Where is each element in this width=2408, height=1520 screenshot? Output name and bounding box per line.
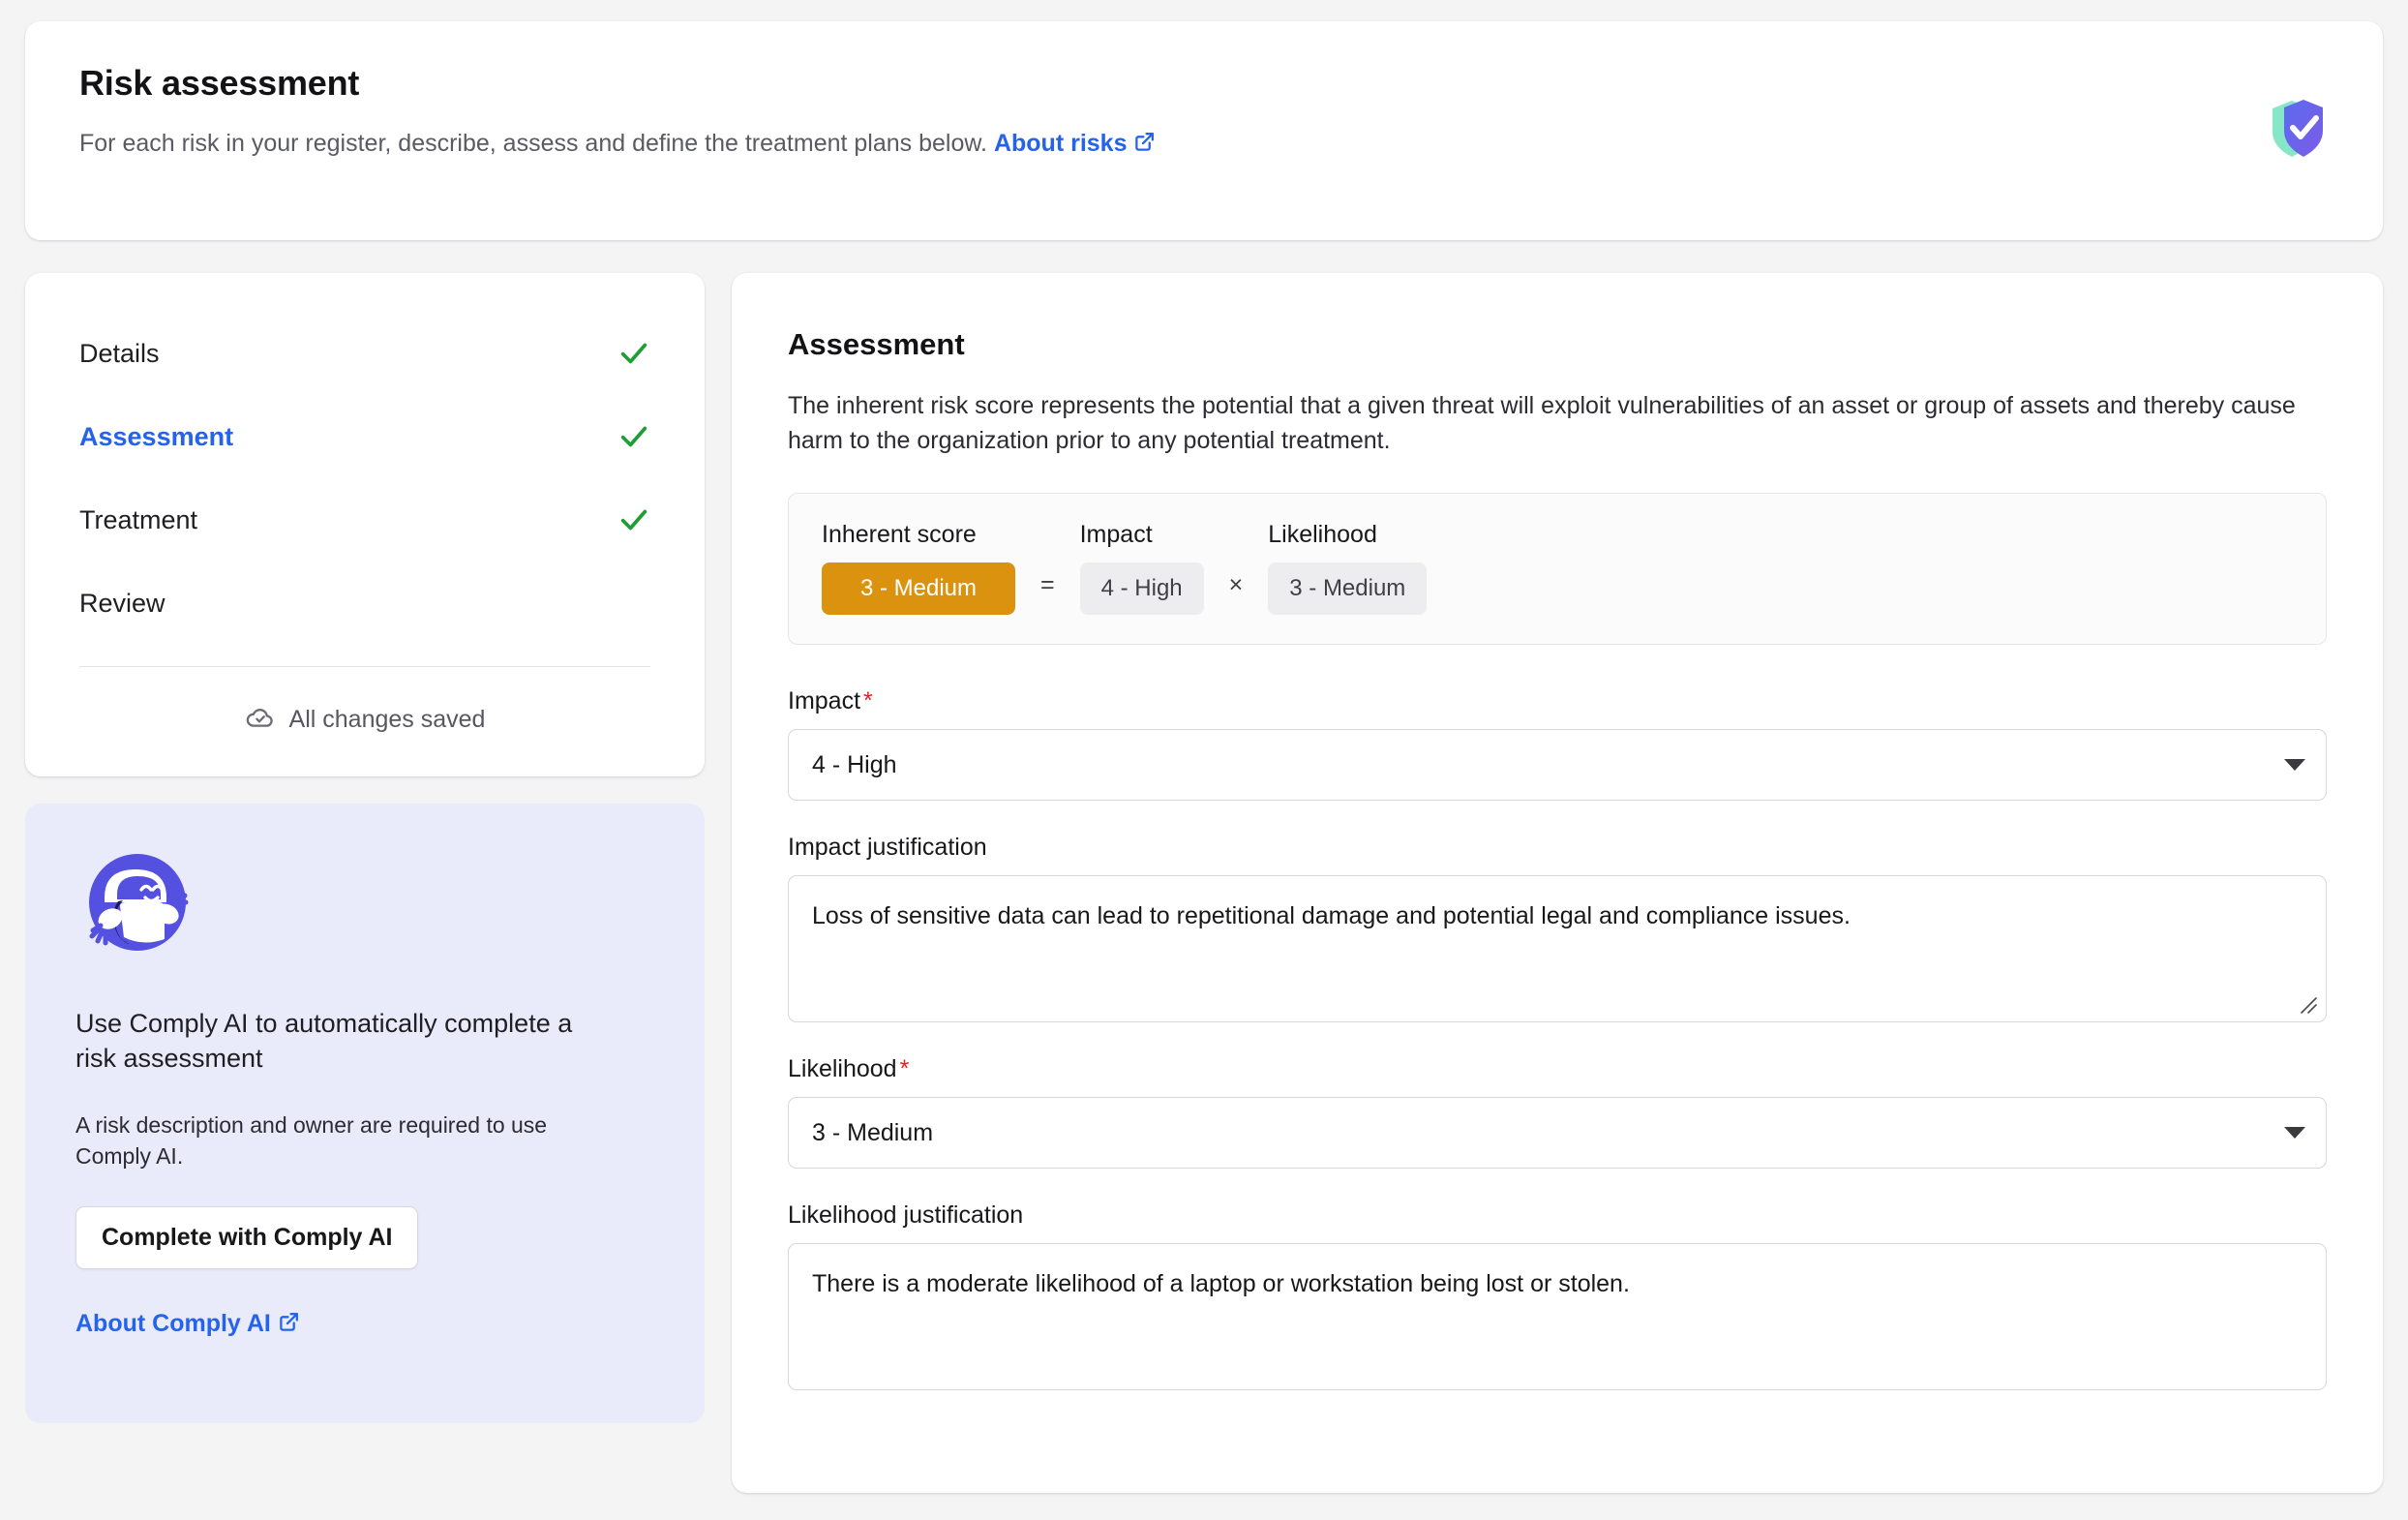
shield-check-icon [2267,97,2329,167]
comply-ai-robot-icon [75,846,654,969]
step-label: Assessment [79,421,234,451]
impact-field: Impact * 4 - High [788,687,2327,801]
likelihood-select-value: 3 - Medium [812,1118,934,1146]
likelihood-score-chip: 3 - Medium [1268,562,1428,615]
sidebar-item-assessment[interactable]: Assessment [79,395,650,478]
likelihood-field: Likelihood * 3 - Medium [788,1055,2327,1169]
impact-justification-textarea[interactable]: Loss of sensitive data can lead to repet… [788,875,2327,1022]
main-panel: Assessment The inherent risk score repre… [732,273,2383,1493]
likelihood-score-group: Likelihood 3 - Medium [1268,521,1428,615]
page-description: For each risk in your register, describe… [79,128,2329,164]
impact-label-text: Impact [788,687,861,714]
multiply-symbol: × [1228,571,1244,598]
cloud-check-icon [245,702,276,738]
step-label: Review [79,588,166,618]
required-marker: * [863,687,873,714]
likelihood-label-text: Likelihood [788,1055,897,1082]
likelihood-justification-textarea[interactable]: There is a moderate likelihood of a lapt… [788,1243,2327,1390]
likelihood-select[interactable]: 3 - Medium [788,1097,2327,1169]
external-link-icon [1132,130,1157,164]
likelihood-justification-label: Likelihood justification [788,1201,1024,1229]
page-description-text: For each risk in your register, describe… [79,129,987,157]
left-sidebar: Details Assessment Treatment Review All … [25,273,705,1423]
likelihood-field-label: Likelihood * [788,1055,2327,1083]
check-icon [617,420,650,453]
save-status: All changes saved [79,667,650,738]
inherent-score-badge: 3 - Medium [822,562,1015,615]
step-label: Details [79,338,160,368]
comply-ai-note: A risk description and owner are require… [75,1111,548,1170]
check-placeholder [617,587,650,620]
assessment-card: Assessment The inherent risk score repre… [732,273,2383,1493]
about-risks-link-label: About risks [993,129,1128,157]
required-marker: * [899,1055,910,1082]
wizard-steps-card: Details Assessment Treatment Review All … [25,273,705,776]
impact-select[interactable]: 4 - High [788,729,2327,801]
content-area: Details Assessment Treatment Review All … [25,273,2383,1493]
page-header-card: Risk assessment For each risk in your re… [25,21,2383,240]
equals-symbol: = [1040,571,1055,598]
comply-ai-panel: Use Comply AI to automatically complete … [25,804,705,1423]
risk-assessment-page: Risk assessment For each risk in your re… [0,0,2408,1520]
sidebar-item-review[interactable]: Review [79,562,650,645]
save-status-label: All changes saved [288,706,486,733]
impact-justification-field: Impact justification Loss of sensitive d… [788,834,2327,1022]
comply-ai-headline: Use Comply AI to automatically complete … [75,1009,573,1074]
step-label: Treatment [79,504,198,534]
complete-with-comply-ai-button[interactable]: Complete with Comply AI [75,1206,419,1270]
check-icon [617,337,650,370]
inherent-score-summary: Inherent score 3 - Medium = Impact 4 - H… [788,493,2327,645]
impact-score-chip: 4 - High [1079,562,1204,615]
assessment-description: The inherent risk score represents the p… [788,392,2296,454]
check-icon [617,503,650,536]
likelihood-score-label: Likelihood [1268,521,1377,548]
impact-score-label: Impact [1079,521,1153,548]
inherent-score-group: Inherent score 3 - Medium [822,521,1015,615]
about-risks-link[interactable]: About risks [994,130,1158,157]
sidebar-item-treatment[interactable]: Treatment [79,478,650,562]
about-comply-ai-link-label: About Comply AI [75,1310,271,1338]
impact-score-group: Impact 4 - High [1079,521,1204,615]
about-comply-ai-link[interactable]: About Comply AI [75,1310,654,1341]
impact-justification-label: Impact justification [788,834,987,861]
external-link-icon [277,1310,301,1341]
likelihood-justification-field: Likelihood justification There is a mode… [788,1201,2327,1390]
assessment-title: Assessment [788,327,965,361]
inherent-score-label: Inherent score [822,521,977,548]
impact-field-label: Impact * [788,687,2327,715]
impact-select-value: 4 - High [812,750,897,778]
sidebar-item-details[interactable]: Details [79,312,650,395]
page-title: Risk assessment [79,63,360,103]
